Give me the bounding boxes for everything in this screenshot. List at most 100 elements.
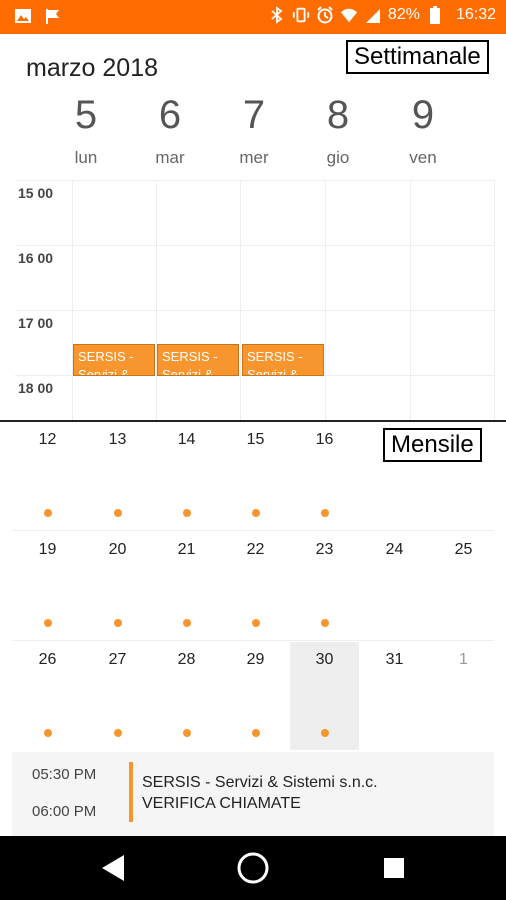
day-number: 27	[108, 651, 127, 668]
day-number: 31	[385, 651, 404, 668]
day-name: mar	[155, 148, 185, 167]
day-number: 29	[246, 651, 265, 668]
calendar-day[interactable]: 22	[221, 532, 290, 640]
agenda-title: SERSIS - Servizi & Sistemi s.n.c.	[142, 774, 378, 791]
status-bar: 82% 16:32	[0, 0, 506, 34]
event-dot	[320, 619, 329, 627]
day-header-tue[interactable]: 6 mar	[128, 92, 212, 168]
calendar-day[interactable]: 30	[290, 642, 359, 750]
event-dot	[320, 729, 329, 737]
home-icon	[237, 852, 269, 884]
event-dot	[113, 509, 122, 517]
weekly-mode-label[interactable]: Settimanale	[346, 40, 489, 74]
calendar-day[interactable]: 19	[13, 532, 82, 640]
calendar-day[interactable]: 16	[290, 422, 359, 530]
event-block[interactable]: SERSIS - Servizi &	[73, 344, 155, 376]
agenda-item[interactable]: 05:30 PM 06:00 PM SERSIS - Servizi & Sis…	[12, 752, 494, 836]
event-subtitle: Servizi &	[162, 367, 214, 376]
grid-column-line	[240, 180, 241, 420]
month-row-line	[12, 530, 494, 531]
calendar-day[interactable]: 14	[152, 422, 221, 530]
day-number: 20	[108, 541, 127, 558]
vibrate-icon	[292, 6, 310, 24]
event-block[interactable]: SERSIS - Servizi &	[242, 344, 324, 376]
hour-label: 18 00	[18, 380, 54, 396]
battery-icon	[426, 6, 444, 24]
day-number: 5	[74, 93, 98, 137]
calendar-day[interactable]: 15	[221, 422, 290, 530]
day-number: 6	[158, 93, 182, 137]
day-number: 16	[315, 431, 334, 448]
agenda-subtitle: VERIFICA CHIAMATE	[142, 795, 301, 812]
calendar-day[interactable]: 1	[429, 642, 498, 750]
event-dot	[43, 729, 52, 737]
event-dot	[43, 619, 52, 627]
hour-label: 17 00	[18, 315, 54, 331]
bluetooth-icon	[268, 6, 286, 24]
grid-column-line	[325, 180, 326, 420]
hour-label: 15 00	[18, 185, 54, 201]
agenda-end-time: 06:00 PM	[32, 803, 97, 820]
day-name: gio	[326, 148, 350, 167]
agenda-start-time: 05:30 PM	[32, 766, 97, 783]
day-header-mon[interactable]: 5 lun	[44, 92, 128, 168]
monthly-mode-label[interactable]: Mensile	[383, 428, 482, 462]
calendar-day[interactable]: 29	[221, 642, 290, 750]
day-number: 19	[38, 541, 57, 558]
image-icon	[14, 7, 32, 25]
day-number: 23	[315, 541, 334, 558]
grid-column-line	[156, 180, 157, 420]
month-title: marzo 2018	[26, 54, 159, 82]
wifi-icon	[340, 6, 358, 24]
calendar-day[interactable]: 28	[152, 642, 221, 750]
event-title: SERSIS -	[162, 349, 218, 364]
home-button[interactable]	[233, 851, 273, 885]
day-name: lun	[74, 148, 98, 167]
recents-button[interactable]	[374, 851, 414, 885]
agenda-color-bar	[129, 762, 133, 822]
event-dot	[251, 619, 260, 627]
calendar-day[interactable]: 12	[13, 422, 82, 530]
week-time-grid[interactable]: 15 00 16 00 17 00 18 00	[0, 180, 506, 420]
day-header-wed[interactable]: 7 mer	[212, 92, 296, 168]
day-number: 7	[242, 93, 266, 137]
event-subtitle: Servizi &	[78, 367, 130, 376]
day-name: mer	[239, 148, 269, 167]
day-number: 13	[108, 431, 127, 448]
day-number: 26	[38, 651, 57, 668]
day-number: 9	[411, 93, 435, 137]
event-dot	[251, 729, 260, 737]
back-icon	[102, 855, 124, 881]
flag-icon	[44, 7, 62, 25]
calendar-day[interactable]: 20	[83, 532, 152, 640]
calendar-day[interactable]: 21	[152, 532, 221, 640]
grid-line	[15, 310, 495, 311]
month-view: 12 13 14 15 16 19 20 21 22 23 24 25 26 27 28 29 30 31 1	[0, 422, 506, 752]
calendar-day[interactable]: 23	[290, 532, 359, 640]
day-number: 12	[38, 431, 57, 448]
event-dot	[182, 729, 191, 737]
grid-column-line	[494, 180, 495, 420]
grid-column-line	[72, 180, 73, 420]
event-dot	[43, 509, 52, 517]
day-number: 15	[246, 431, 265, 448]
week-view: marzo 2018 Settimanale 5 lun 6 mar 7 mer…	[0, 34, 506, 420]
day-header-thu[interactable]: 8 gio	[296, 92, 380, 168]
recents-icon	[384, 858, 404, 878]
calendar-day[interactable]: 26	[13, 642, 82, 750]
calendar-day[interactable]: 13	[83, 422, 152, 530]
calendar-day[interactable]: 27	[83, 642, 152, 750]
event-dot	[113, 619, 122, 627]
signal-icon	[364, 6, 382, 24]
event-block[interactable]: SERSIS - Servizi &	[157, 344, 239, 376]
day-number: 8	[326, 93, 350, 137]
day-header-fri[interactable]: 9 ven	[381, 92, 465, 168]
day-number: 25	[454, 541, 473, 558]
back-button[interactable]	[93, 851, 133, 885]
calendar-day[interactable]: 25	[429, 532, 498, 640]
day-number: 1	[459, 651, 468, 668]
calendar-day[interactable]: 24	[360, 532, 429, 640]
day-number: 21	[177, 541, 196, 558]
calendar-day[interactable]: 31	[360, 642, 429, 750]
clock: 16:32	[455, 6, 496, 23]
